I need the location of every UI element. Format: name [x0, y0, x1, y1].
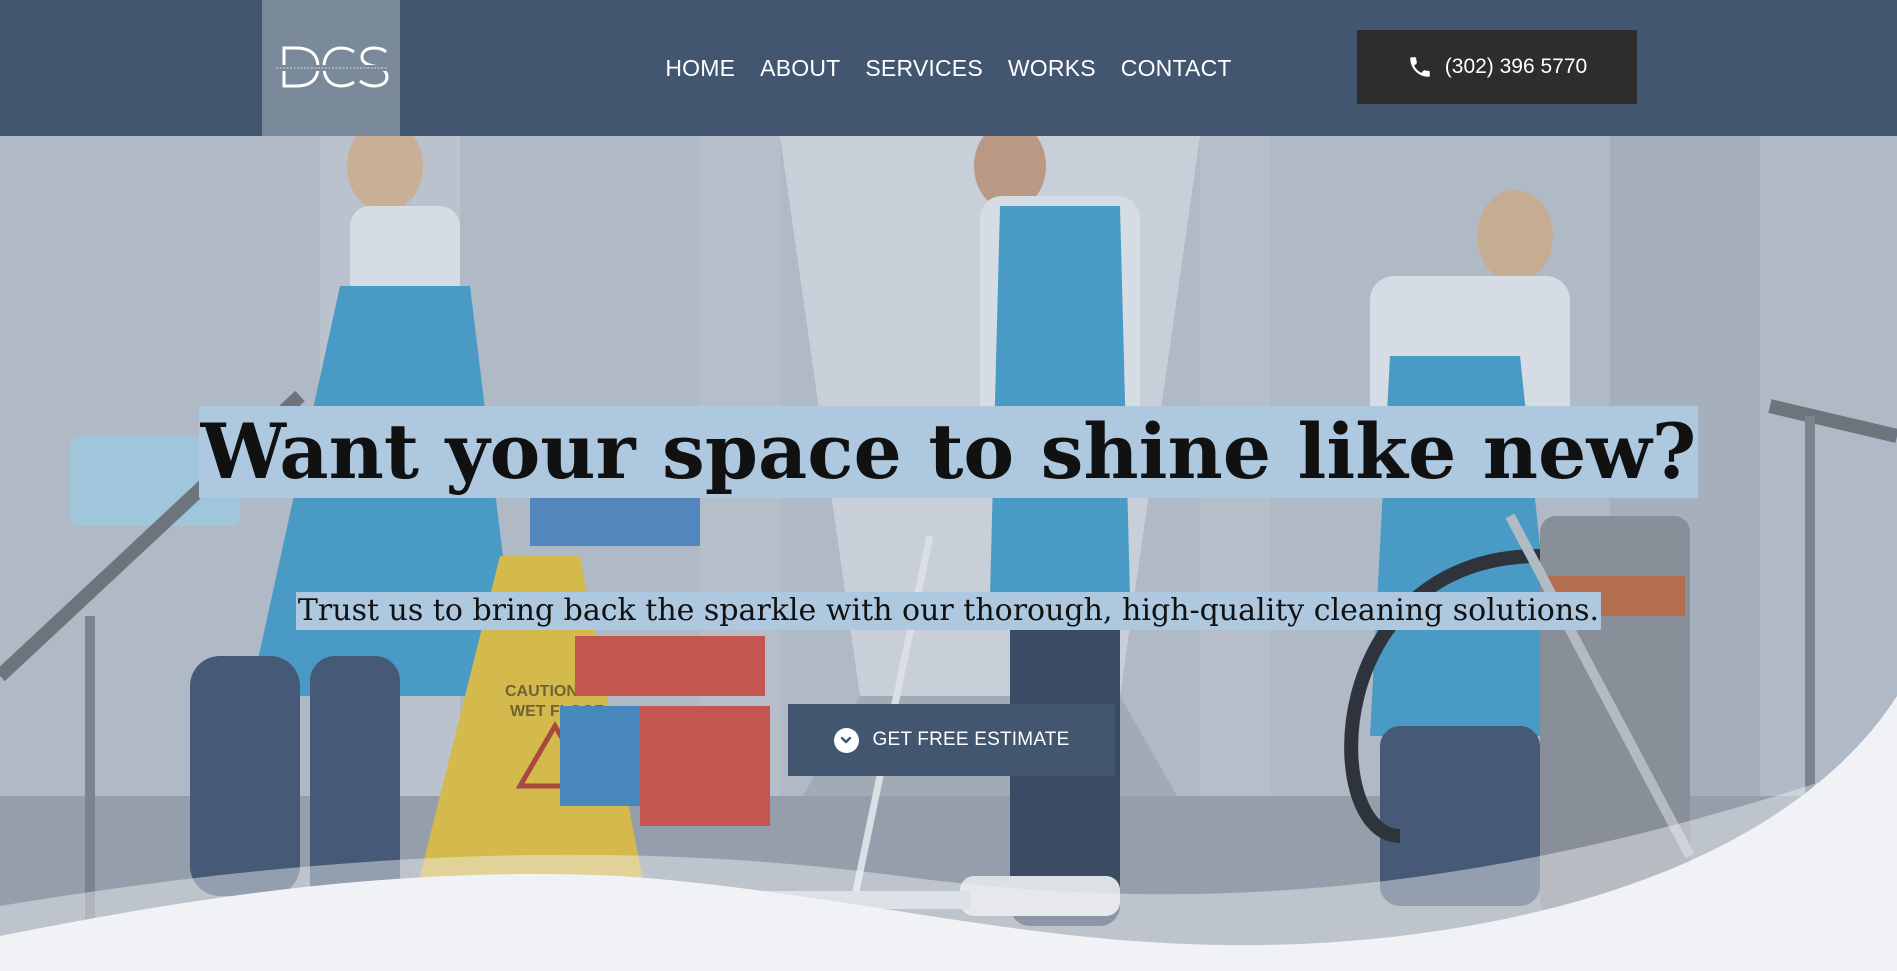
phone-icon — [1410, 57, 1430, 77]
hero-bottom-wave — [0, 696, 1897, 971]
nav-contact[interactable]: CONTACT — [1121, 55, 1232, 82]
hero-section: CAUTION WET FLOOR Want your space to shi… — [0, 136, 1897, 971]
hero-title-text: Want your space to shine like new? — [198, 406, 1699, 498]
hero-title: Want your space to shine like new? — [0, 406, 1897, 498]
hero-subtitle: Trust us to bring back the sparkle with … — [0, 592, 1897, 630]
nav-works[interactable]: WORKS — [1008, 55, 1096, 82]
hero-subtitle-text: Trust us to bring back the sparkle with … — [295, 592, 1602, 630]
get-free-estimate-button[interactable]: GET FREE ESTIMATE — [788, 704, 1115, 776]
nav-about[interactable]: ABOUT — [760, 55, 840, 82]
chevron-down-circle-icon — [833, 727, 859, 753]
dcs-logo-icon — [276, 46, 389, 88]
logo[interactable] — [262, 0, 400, 136]
phone-button[interactable]: (302) 396 5770 — [1357, 30, 1637, 104]
nav-home[interactable]: HOME — [665, 55, 735, 82]
cta-label: GET FREE ESTIMATE — [872, 729, 1070, 750]
nav-services[interactable]: SERVICES — [865, 55, 983, 82]
phone-number: (302) 396 5770 — [1444, 55, 1588, 78]
site-header: HOME ABOUT SERVICES WORKS CONTACT (302) … — [0, 0, 1897, 136]
